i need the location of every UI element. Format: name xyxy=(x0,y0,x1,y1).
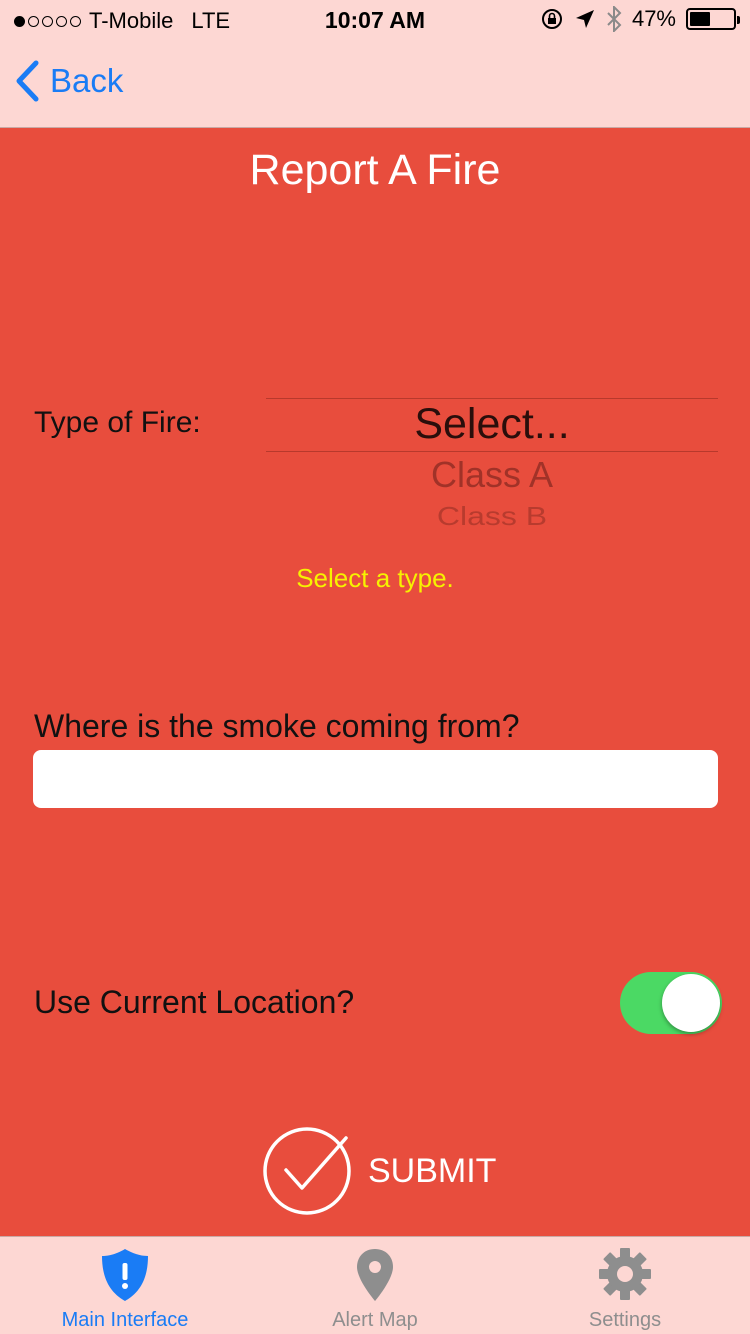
navigation-bar: T-Mobile LTE 10:07 AM 47% Back xyxy=(0,0,750,128)
fire-type-picker[interactable]: Select... Class A Class B xyxy=(266,398,718,543)
chevron-left-icon xyxy=(16,60,39,102)
battery-icon xyxy=(686,8,740,30)
shield-alert-icon xyxy=(102,1249,148,1301)
validation-hint: Select a type. xyxy=(296,563,454,593)
battery-percent: 47% xyxy=(631,6,676,31)
picker-divider-top xyxy=(266,398,718,399)
tab-alert-map[interactable]: Alert Map xyxy=(250,1237,500,1334)
use-location-label: Use Current Location? xyxy=(34,984,355,1020)
tab-main-interface[interactable]: Main Interface xyxy=(0,1237,250,1334)
submit-label: SUBMIT xyxy=(368,1151,497,1190)
use-location-toggle[interactable] xyxy=(620,972,722,1034)
smoke-source-input[interactable] xyxy=(33,750,718,808)
bluetooth-icon xyxy=(607,6,622,32)
picker-divider-bottom xyxy=(266,451,718,452)
page-title: Report A Fire xyxy=(249,146,501,194)
checkmark-circle-icon xyxy=(263,1127,351,1215)
back-label: Back xyxy=(50,62,124,99)
picker-selected-value[interactable]: Select... xyxy=(266,400,718,449)
toggle-knob xyxy=(662,974,720,1032)
gear-icon xyxy=(599,1248,651,1300)
fire-type-label: Type of Fire: xyxy=(34,406,201,439)
tab-settings[interactable]: Settings xyxy=(500,1237,750,1334)
map-pin-icon xyxy=(357,1249,393,1301)
back-button[interactable]: Back xyxy=(14,60,123,102)
tab-bar: Main Interface Alert Map Settings xyxy=(0,1236,750,1334)
submit-button[interactable]: SUBMIT xyxy=(262,1126,496,1216)
rotation-lock-icon xyxy=(541,9,562,29)
tab-label: Main Interface xyxy=(61,1309,189,1331)
smoke-source-label: Where is the smoke coming from? xyxy=(34,708,520,744)
tab-label: Settings xyxy=(588,1309,662,1331)
picker-option-class-b[interactable]: Class B xyxy=(266,502,718,532)
location-arrow-icon xyxy=(575,10,594,28)
status-bar: T-Mobile LTE 10:07 AM 47% xyxy=(0,0,750,40)
tab-label: Alert Map xyxy=(332,1309,418,1331)
picker-option-class-a[interactable]: Class A xyxy=(266,454,718,496)
